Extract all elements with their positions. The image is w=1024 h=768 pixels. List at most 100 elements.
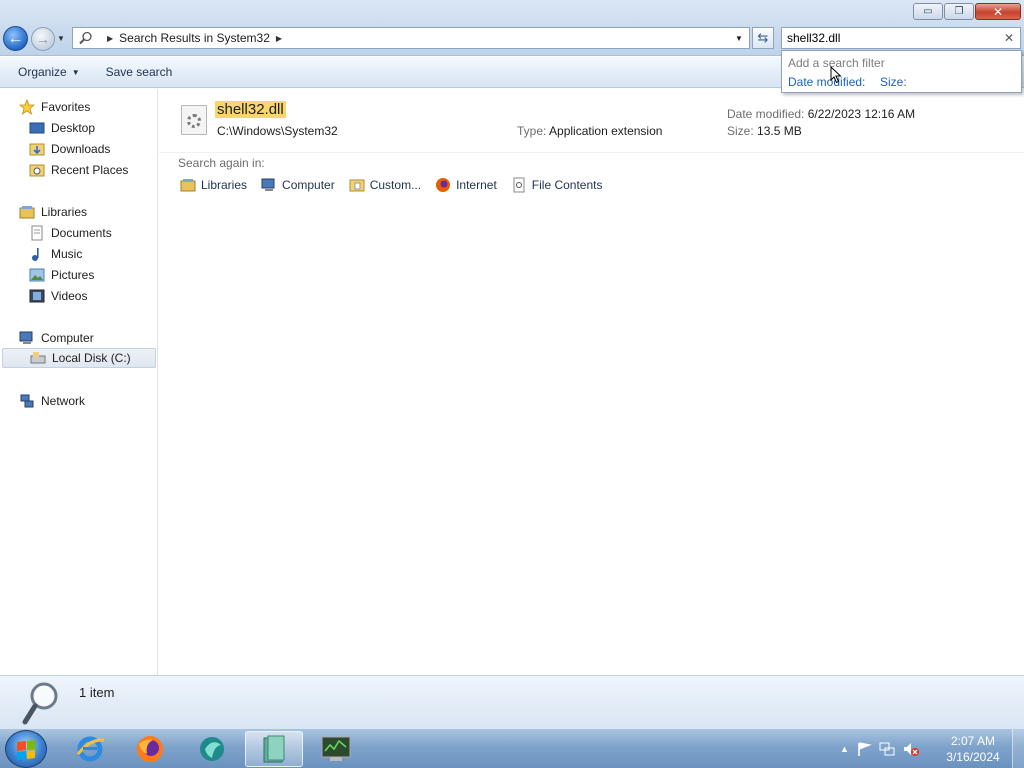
type-label: Type:	[517, 124, 547, 138]
close-icon: ✕	[992, 4, 1004, 19]
address-dropdown-icon[interactable]: ▼	[731, 28, 747, 48]
back-button[interactable]: ←	[3, 26, 28, 51]
local-disk-icon	[30, 352, 46, 364]
folder-icon	[349, 179, 365, 192]
address-bar[interactable]: ▶ Search Results in System32 ▶ ▼	[72, 27, 750, 49]
sidebar-label: Documents	[51, 226, 112, 240]
windows-logo-icon	[17, 740, 35, 760]
sidebar-label: Downloads	[51, 142, 111, 156]
clock-date: 3/16/2024	[946, 750, 1000, 764]
sidebar-item-documents[interactable]: Documents	[29, 223, 112, 243]
volume-muted-icon[interactable]	[902, 741, 920, 757]
sidebar-item-favorites[interactable]: Favorites	[19, 97, 90, 117]
system-tray: ▲	[840, 729, 920, 768]
show-desktop-button[interactable]	[1012, 729, 1024, 768]
sidebar-item-recent-places[interactable]: Recent Places	[29, 160, 128, 180]
minimize-icon: ▭	[923, 6, 933, 17]
internet-explorer-icon	[76, 736, 105, 762]
search-icon	[22, 682, 58, 725]
sidebar-item-pictures[interactable]: Pictures	[29, 265, 94, 285]
mouse-cursor-icon	[830, 66, 842, 84]
taskbar: ▲ 2:07 AM 3/16/2024	[0, 728, 1024, 768]
documents-icon	[31, 225, 43, 241]
results-pane: shell32.dll C:\Windows\System32 Type: Ap…	[159, 89, 1024, 675]
result-file-path: C:\Windows\System32	[217, 124, 338, 138]
start-button[interactable]	[5, 730, 47, 768]
sidebar-item-local-disk[interactable]: Local Disk (C:)	[2, 348, 156, 368]
taskbar-explorer[interactable]	[245, 731, 303, 767]
forward-button[interactable]: →	[31, 27, 55, 51]
save-search-button[interactable]: Save search	[98, 65, 181, 79]
result-size: Size: 13.5 MB	[727, 124, 802, 138]
breadcrumb-chevron-icon[interactable]: ▶	[276, 34, 282, 43]
refresh-icon: ⇆	[757, 30, 769, 45]
search-again-computer-label: Computer	[282, 178, 335, 192]
details-pane: 1 item	[0, 675, 1024, 728]
minimize-button[interactable]: ▭	[913, 3, 943, 20]
music-note-icon	[32, 248, 39, 261]
sidebar-item-music[interactable]: Music	[29, 244, 82, 264]
refresh-button[interactable]: ⇆	[752, 27, 774, 49]
sidebar-label: Videos	[51, 289, 88, 303]
search-again-file-contents-label: File Contents	[531, 178, 603, 192]
sidebar-label: Desktop	[51, 121, 96, 135]
show-hidden-icons-icon[interactable]: ▲	[840, 744, 849, 754]
sidebar-label: Favorites	[41, 100, 91, 114]
search-again-label: Search again in:	[178, 156, 265, 170]
search-input[interactable]	[787, 31, 987, 45]
result-file-name[interactable]: shell32.dll	[215, 101, 286, 118]
back-arrow-icon: ←	[7, 29, 24, 47]
result-date-modified: Date modified: 6/22/2023 12:16 AM	[727, 107, 915, 121]
clock[interactable]: 2:07 AM 3/16/2024	[938, 733, 1008, 765]
window-controls: ▭ ❐ ✕	[913, 3, 1021, 20]
recent-pages-dropdown[interactable]: ▼	[57, 34, 65, 43]
result-item[interactable]: shell32.dll C:\Windows\System32 Type: Ap…	[159, 93, 1024, 153]
search-again-libraries[interactable]: Libraries	[180, 177, 247, 193]
forward-arrow-icon: →	[36, 31, 50, 47]
organize-label: Organize	[18, 65, 67, 79]
filter-size[interactable]: Size:	[880, 75, 907, 89]
breadcrumb-location[interactable]: Search Results in System32	[119, 31, 270, 45]
organize-button[interactable]: Organize ▼	[10, 65, 88, 79]
breadcrumb-chevron-icon[interactable]: ▶	[107, 34, 113, 43]
sidebar-item-desktop[interactable]: Desktop	[29, 118, 95, 138]
dll-file-icon	[181, 105, 207, 135]
computer-icon	[261, 178, 275, 191]
search-again-custom[interactable]: Custom...	[349, 177, 421, 193]
taskbar-media-app[interactable]	[183, 731, 241, 767]
close-button[interactable]: ✕	[975, 3, 1021, 20]
search-again-custom-label: Custom...	[369, 178, 422, 192]
action-center-flag-icon[interactable]	[856, 741, 872, 757]
sidebar-item-network[interactable]: Network	[19, 391, 85, 411]
search-again-internet[interactable]: Internet	[435, 177, 497, 193]
explorer-folder-icon	[263, 735, 285, 763]
taskbar-internet-explorer[interactable]	[61, 731, 119, 767]
downloads-folder-icon	[29, 143, 45, 156]
desktop-icon	[29, 122, 45, 134]
search-box[interactable]: ✕	[781, 27, 1021, 49]
network-icon	[20, 394, 34, 408]
videos-icon	[29, 289, 45, 303]
sidebar-item-libraries[interactable]: Libraries	[19, 202, 87, 222]
task-manager-icon	[321, 736, 351, 761]
filter-date-modified[interactable]: Date modified:	[788, 75, 865, 89]
star-icon	[19, 99, 35, 115]
sidebar-label: Libraries	[41, 205, 88, 219]
navigation-pane: Favorites Desktop Downloads Recent Place…	[0, 89, 158, 675]
sidebar-item-videos[interactable]: Videos	[29, 286, 87, 306]
sidebar-label: Pictures	[51, 268, 95, 282]
sidebar-item-computer[interactable]: Computer	[19, 328, 94, 348]
computer-icon	[19, 331, 33, 344]
network-status-icon[interactable]	[879, 741, 895, 757]
sidebar-label: Recent Places	[51, 163, 129, 177]
libraries-icon	[180, 179, 196, 192]
sidebar-label: Network	[41, 394, 86, 408]
pictures-icon	[29, 268, 45, 282]
search-again-file-contents[interactable]: File Contents	[511, 177, 603, 193]
clear-search-icon[interactable]: ✕	[1004, 31, 1014, 45]
search-again-computer[interactable]: Computer	[261, 177, 335, 193]
taskbar-firefox[interactable]	[121, 731, 179, 767]
restore-button[interactable]: ❐	[944, 3, 974, 20]
taskbar-task-manager[interactable]	[307, 731, 365, 767]
sidebar-item-downloads[interactable]: Downloads	[29, 139, 110, 159]
